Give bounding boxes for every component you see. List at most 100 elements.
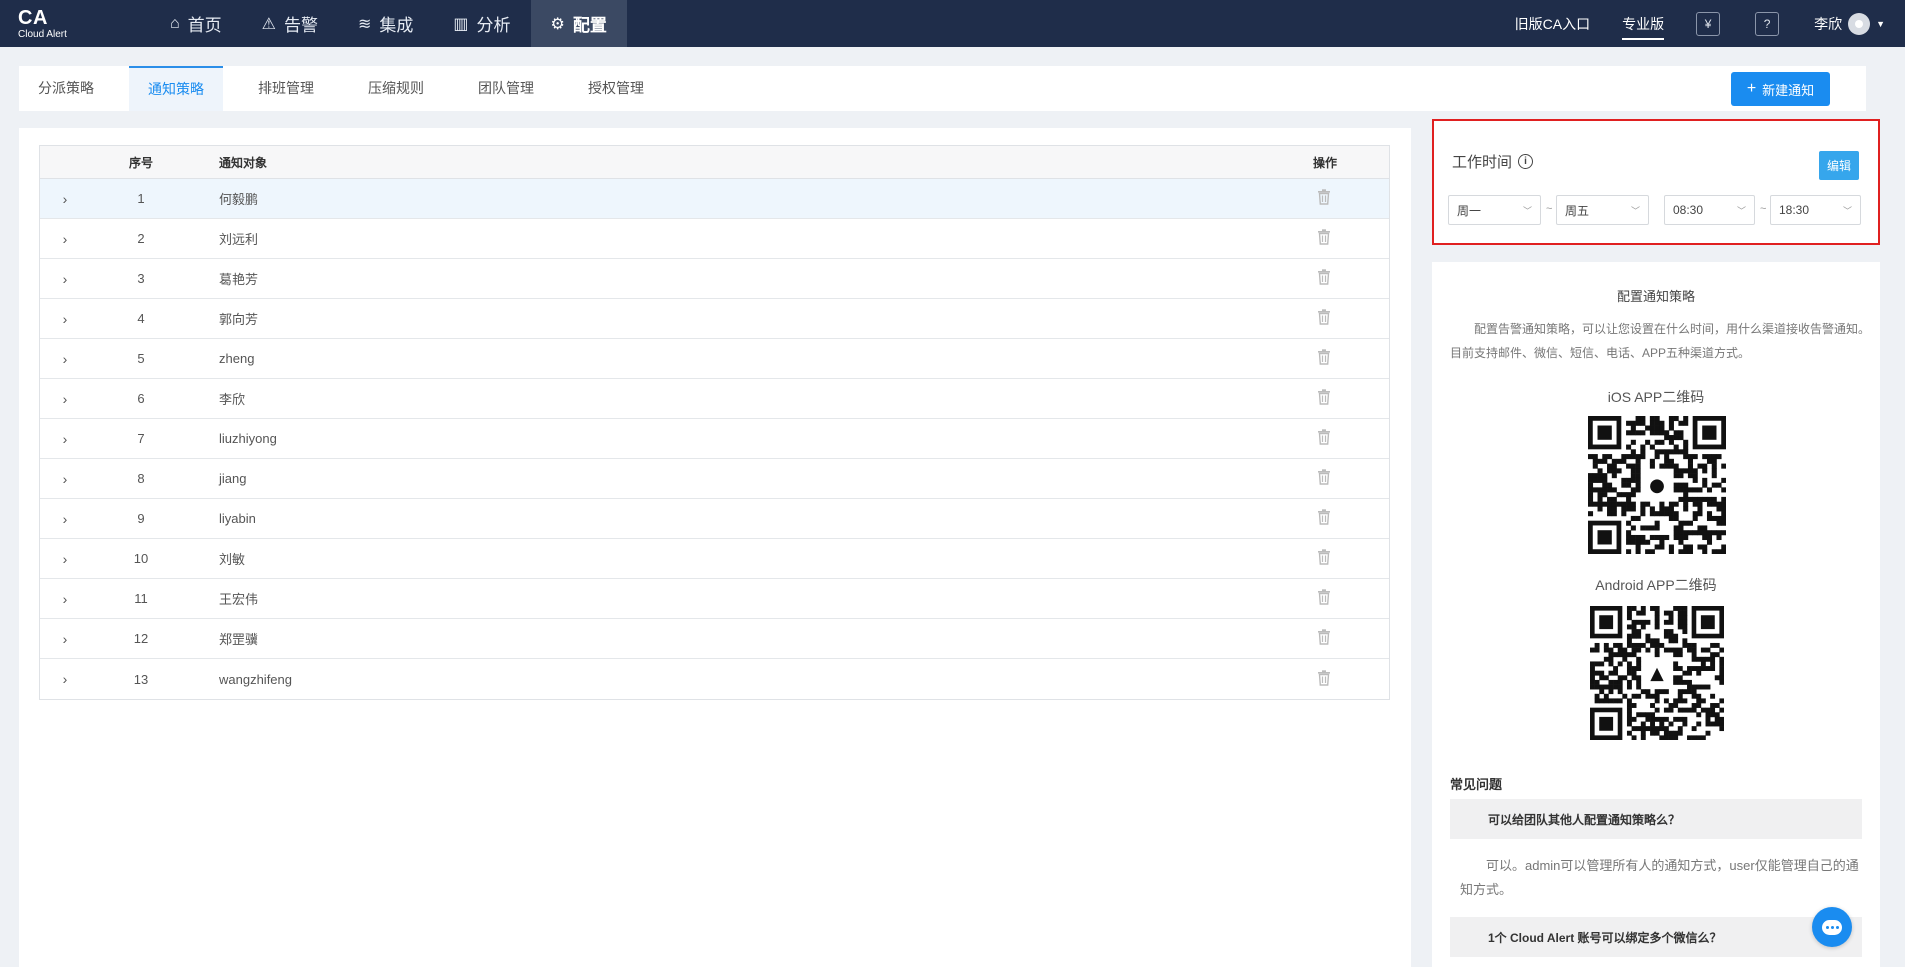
- expand-chevron-icon[interactable]: ›: [40, 271, 90, 287]
- row-index: 9: [137, 511, 145, 526]
- expand-chevron-icon[interactable]: ›: [40, 471, 90, 487]
- logo-text: CA: [18, 6, 48, 29]
- tab-notify-policy[interactable]: 通知策略: [129, 66, 223, 111]
- expand-chevron-icon[interactable]: ›: [40, 631, 90, 647]
- row-index: 5: [137, 351, 145, 366]
- row-index: 11: [134, 591, 148, 606]
- tab-schedule[interactable]: 排班管理: [239, 66, 333, 111]
- table-row[interactable]: › 11 王宏伟: [40, 579, 1389, 619]
- table-row[interactable]: › 13 wangzhifeng: [40, 659, 1389, 699]
- help-title: 配置通知策略: [1616, 289, 1695, 304]
- notify-table: 序号 通知对象 操作 › 1 何毅鹏 › 2 刘远利 › 3 葛艳芳 › 4 郭向芳 › 5 zheng › 6…: [39, 145, 1390, 700]
- trash-icon[interactable]: [1317, 389, 1331, 408]
- table-row[interactable]: › 2 刘远利: [40, 219, 1389, 259]
- table-row[interactable]: › 12 郑罡骥: [40, 619, 1389, 659]
- tab-authorization[interactable]: 授权管理: [569, 66, 663, 111]
- nav-item-alerts[interactable]: ⚠ 告警: [242, 0, 338, 47]
- trash-icon[interactable]: [1317, 549, 1331, 568]
- range-separator: ~: [1760, 203, 1767, 215]
- range-separator: ~: [1546, 203, 1553, 215]
- faq-question[interactable]: 可以给团队其他人配置通知策略么？: [1450, 799, 1862, 839]
- tab-team[interactable]: 团队管理: [459, 66, 553, 111]
- trash-icon[interactable]: [1317, 589, 1331, 608]
- svg-text:▲: ▲: [1650, 664, 1664, 684]
- layers-icon: ≋: [358, 15, 372, 33]
- trash-icon[interactable]: [1317, 269, 1331, 288]
- end-day-select[interactable]: 周五 ﹀: [1556, 195, 1649, 225]
- ios-qr-code: ●: [1588, 416, 1726, 554]
- nav-item-integrations[interactable]: ≋ 集成: [338, 0, 433, 47]
- chevron-down-icon: ﹀: [1522, 206, 1532, 216]
- expand-chevron-icon[interactable]: ›: [40, 511, 90, 527]
- row-target-name: wangzhifeng: [219, 671, 292, 687]
- row-target-name: zheng: [219, 351, 255, 366]
- notify-table-panel: 序号 通知对象 操作 › 1 何毅鹏 › 2 刘远利 › 3 葛艳芳 › 4 郭向芳 › 5 zheng › 6…: [19, 128, 1411, 967]
- trash-icon[interactable]: [1317, 349, 1331, 368]
- header-index: 序号: [128, 155, 153, 170]
- table-row[interactable]: › 5 zheng: [40, 339, 1389, 379]
- expand-chevron-icon[interactable]: ›: [40, 311, 90, 327]
- plus-icon: +: [1746, 80, 1757, 97]
- chat-support-button[interactable]: [1812, 907, 1852, 947]
- row-index: 1: [137, 191, 145, 206]
- expand-chevron-icon[interactable]: ›: [40, 431, 90, 447]
- bar-chart-icon: ▥: [453, 15, 469, 33]
- table-row[interactable]: › 7 liuzhiyong: [40, 419, 1389, 459]
- trash-icon[interactable]: [1317, 669, 1331, 689]
- row-index: 6: [137, 391, 145, 406]
- trash-icon[interactable]: [1317, 629, 1331, 648]
- row-index: 4: [137, 311, 145, 326]
- trash-icon[interactable]: [1317, 469, 1331, 488]
- tab-compression-rules[interactable]: 压缩规则: [349, 66, 443, 111]
- legacy-entry-link[interactable]: 旧版CA入口: [1515, 14, 1590, 34]
- nav-item-home[interactable]: ⌂ 首页: [150, 0, 242, 47]
- table-row[interactable]: › 9 liyabin: [40, 499, 1389, 539]
- nav-item-label: 分析: [476, 16, 511, 35]
- nav-item-analytics[interactable]: ▥ 分析: [433, 0, 530, 47]
- nav-item-config[interactable]: ⚙ 配置: [530, 0, 627, 47]
- expand-chevron-icon[interactable]: ›: [40, 551, 90, 567]
- user-menu[interactable]: 李欣 ▼: [1814, 12, 1885, 35]
- table-row[interactable]: › 3 葛艳芳: [40, 259, 1389, 299]
- edit-button[interactable]: 编辑: [1819, 151, 1859, 180]
- pro-edition-link[interactable]: 专业版: [1622, 8, 1665, 40]
- trash-icon[interactable]: [1317, 229, 1331, 248]
- table-row[interactable]: › 10 刘敏: [40, 539, 1389, 579]
- end-time-select[interactable]: 18:30 ﹀: [1770, 195, 1861, 225]
- table-row[interactable]: › 8 jiang: [40, 459, 1389, 499]
- expand-chevron-icon[interactable]: ›: [40, 191, 90, 207]
- table-row[interactable]: › 4 郭向芳: [40, 299, 1389, 339]
- expand-chevron-icon[interactable]: ›: [40, 231, 90, 247]
- ios-qr-label: iOS APP二维码: [1607, 389, 1705, 405]
- billing-icon[interactable]: ¥: [1696, 11, 1721, 36]
- help-icon[interactable]: ?: [1755, 11, 1780, 36]
- row-target-name: 李欣: [219, 392, 246, 407]
- table-row[interactable]: › 6 李欣: [40, 379, 1389, 419]
- start-day-select[interactable]: 周一 ﹀: [1448, 195, 1541, 225]
- expand-chevron-icon[interactable]: ›: [40, 671, 90, 687]
- table-body: › 1 何毅鹏 › 2 刘远利 › 3 葛艳芳 › 4 郭向芳 › 5 zheng › 6 李欣 › 7 liuzhiy…: [40, 179, 1389, 699]
- info-icon[interactable]: i: [1518, 154, 1534, 169]
- trash-icon[interactable]: [1317, 189, 1331, 208]
- svg-text:●: ●: [1649, 475, 1665, 496]
- trash-icon[interactable]: [1317, 429, 1331, 448]
- work-time-panel: 工作时间 i 编辑 周一 ﹀ ~ 周五 ﹀ 08:30 ﹀ ~ 18:30 ﹀: [1432, 119, 1880, 245]
- expand-chevron-icon[interactable]: ›: [40, 351, 90, 367]
- new-notification-button[interactable]: + 新建通知: [1731, 72, 1830, 106]
- row-target-name: 葛艳芳: [219, 272, 259, 287]
- main-menu: ⌂ 首页 ⚠ 告警 ≋ 集成 ▥ 分析 ⚙ 配置: [150, 0, 627, 47]
- trash-icon[interactable]: [1317, 309, 1331, 328]
- app-logo[interactable]: CA Cloud Alert: [0, 8, 150, 40]
- expand-chevron-icon[interactable]: ›: [40, 391, 90, 407]
- row-index: 7: [137, 431, 145, 446]
- row-index: 10: [133, 551, 149, 566]
- alarm-light-icon: ⚠: [261, 15, 277, 33]
- table-row[interactable]: › 1 何毅鹏: [40, 179, 1389, 219]
- end-day-value: 周五: [1565, 203, 1590, 218]
- expand-chevron-icon[interactable]: ›: [40, 591, 90, 607]
- tab-dispatch-policy[interactable]: 分派策略: [19, 66, 113, 111]
- start-day-value: 周一: [1457, 203, 1482, 218]
- start-time-select[interactable]: 08:30 ﹀: [1664, 195, 1755, 225]
- faq-question[interactable]: 1个 Cloud Alert 账号可以绑定多个微信么？: [1450, 917, 1862, 957]
- trash-icon[interactable]: [1317, 509, 1331, 528]
